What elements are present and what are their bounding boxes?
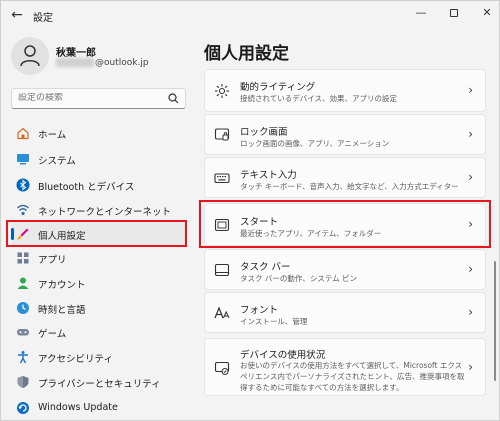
sidebar-item-label: アクセシビリティ xyxy=(38,354,113,365)
sidebar-item-windows-update[interactable]: Windows Update xyxy=(11,396,186,420)
minimize-button[interactable]: — xyxy=(409,4,433,22)
account-icon xyxy=(17,277,29,289)
taskbar-icon xyxy=(214,263,230,277)
maximize-button[interactable] xyxy=(442,4,466,22)
sidebar-item-privacy[interactable]: プライバシーとセキュリティ xyxy=(11,370,186,394)
email-redaction xyxy=(56,58,94,67)
title-bar: ← 設定 — ✕ xyxy=(1,1,500,31)
card-description: 接続されているデバイス、効果、アプリの設定 xyxy=(240,94,398,103)
app-title: 設定 xyxy=(33,13,53,24)
sidebar-item-bluetooth[interactable]: Bluetooth とデバイス xyxy=(11,173,186,197)
keyboard-icon xyxy=(214,173,230,184)
device-usage-icon xyxy=(214,361,230,375)
user-email: @outlook.jp xyxy=(56,58,149,68)
sidebar-item-label: システム xyxy=(38,156,76,167)
sidebar-item-time-language[interactable]: 時刻と言語 xyxy=(11,296,186,320)
annotation-highlight-personalization xyxy=(6,220,187,247)
search-icon xyxy=(168,93,179,104)
chevron-right-icon: › xyxy=(468,360,473,374)
lock-screen-icon xyxy=(214,128,230,141)
chevron-right-icon: › xyxy=(468,83,473,97)
system-monitor-icon xyxy=(17,154,29,165)
gamepad-icon xyxy=(17,329,29,336)
card-text-input[interactable]: テキスト入力 タッチ キーボード、音声入力、絵文字など、入力方式エディター › xyxy=(204,157,486,198)
card-lock-screen[interactable]: ロック画面 ロック画面の画像、アプリ、アニメーション › xyxy=(204,114,486,155)
card-dynamic-lighting[interactable]: 動的ライティング 接続されているデバイス、効果、アプリの設定 › xyxy=(204,69,486,112)
shield-icon xyxy=(17,376,29,388)
search-box[interactable] xyxy=(11,88,186,109)
card-taskbar[interactable]: タスク バー タスク バーの動作、システム ピン › xyxy=(204,249,486,290)
time-language-icon xyxy=(17,302,29,314)
sidebar-item-gaming[interactable]: ゲーム xyxy=(11,320,186,344)
card-description: タッチ キーボード、音声入力、絵文字など、入力方式エディター xyxy=(240,182,459,191)
sidebar-item-label: 時刻と言語 xyxy=(38,305,86,316)
sidebar-item-apps[interactable]: アプリ xyxy=(11,246,186,270)
network-icon xyxy=(17,204,29,216)
card-description: お使いのデバイスの使用方法をすべて選択して、Microsoft エクスペリエンス… xyxy=(240,361,465,392)
chevron-right-icon: › xyxy=(468,262,473,276)
avatar[interactable] xyxy=(11,37,49,75)
sidebar-item-label: ゲーム xyxy=(38,329,67,340)
page-title: 個人用設定 xyxy=(204,44,289,64)
card-description: タスク バーの動作、システム ピン xyxy=(240,274,358,283)
back-button[interactable]: ← xyxy=(9,7,25,23)
sidebar-item-label: アカウント xyxy=(38,280,86,291)
apps-icon xyxy=(17,252,29,264)
sidebar-item-accounts[interactable]: アカウント xyxy=(11,271,186,295)
accessibility-icon xyxy=(18,351,28,364)
card-title: タスク バー xyxy=(240,262,291,273)
chevron-right-icon: › xyxy=(468,305,473,319)
home-icon xyxy=(17,127,29,140)
chevron-right-icon: › xyxy=(468,127,473,141)
maximize-icon xyxy=(450,9,458,17)
sidebar-item-label: Bluetooth とデバイス xyxy=(38,182,135,193)
windows-update-icon xyxy=(17,402,29,414)
card-description: インストール、管理 xyxy=(240,317,308,326)
sidebar-item-label: ホーム xyxy=(38,130,67,141)
close-button[interactable]: ✕ xyxy=(475,4,499,22)
sidebar-item-home[interactable]: ホーム xyxy=(11,121,186,145)
bluetooth-icon xyxy=(16,178,30,192)
card-device-usage[interactable]: デバイスの使用状況 お使いのデバイスの使用方法をすべて選択して、Microsof… xyxy=(204,338,486,396)
card-title: ロック画面 xyxy=(240,127,288,138)
card-fonts[interactable]: フォント インストール、管理 › xyxy=(204,292,486,333)
card-description: ロック画面の画像、アプリ、アニメーション xyxy=(240,139,390,148)
user-email-suffix: @outlook.jp xyxy=(95,58,149,68)
font-icon xyxy=(214,306,230,319)
sidebar-item-label: アプリ xyxy=(38,255,67,266)
card-title: テキスト入力 xyxy=(240,170,297,181)
chevron-right-icon: › xyxy=(468,170,473,184)
sidebar-item-system[interactable]: システム xyxy=(11,147,186,171)
card-title: フォント xyxy=(240,305,279,316)
sidebar-item-label: プライバシーとセキュリティ xyxy=(38,379,161,390)
sidebar-item-network[interactable]: ネットワークとインターネット xyxy=(11,198,186,222)
card-title: 動的ライティング xyxy=(240,82,316,93)
user-name: 秋葉一郎 xyxy=(56,48,96,59)
sidebar-item-accessibility[interactable]: アクセシビリティ xyxy=(11,345,186,369)
sidebar-item-label: ネットワークとインターネット xyxy=(38,207,172,218)
user-icon xyxy=(20,45,40,67)
annotation-highlight-start xyxy=(199,200,491,248)
scrollbar[interactable] xyxy=(494,261,496,381)
dynamic-lighting-icon xyxy=(215,84,229,98)
search-input[interactable] xyxy=(18,93,158,103)
card-title: デバイスの使用状況 xyxy=(240,350,326,361)
sidebar-item-label: Windows Update xyxy=(38,402,118,413)
